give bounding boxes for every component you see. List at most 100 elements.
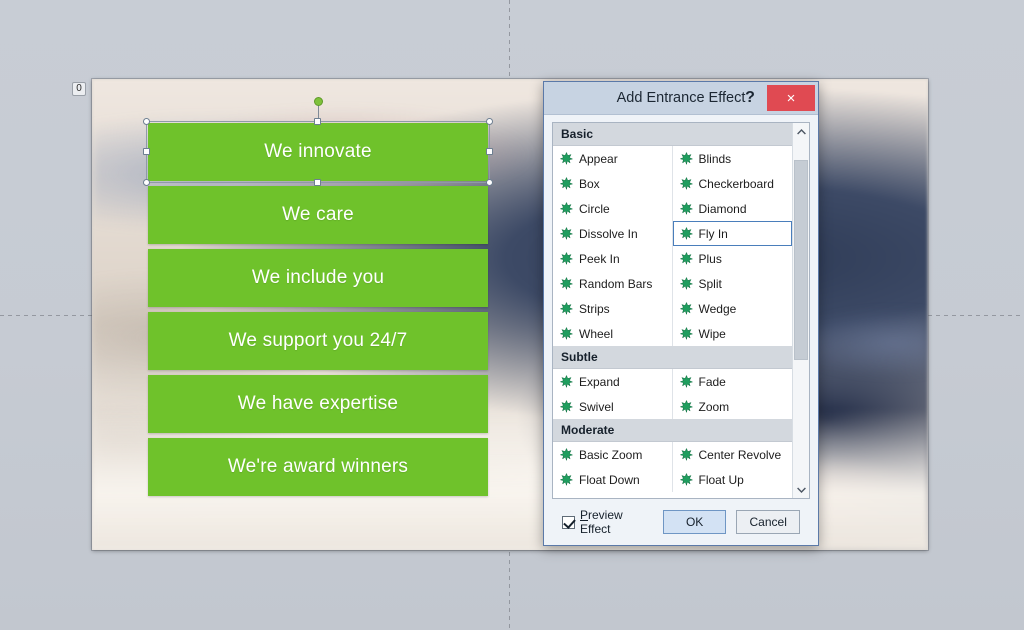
effect-label: Box (579, 176, 600, 191)
effect-item-appear[interactable]: Appear (553, 146, 672, 171)
effect-label: Circle (579, 201, 610, 216)
green-star-icon (679, 448, 693, 461)
effects-list-container: Basic Appear Box Circle Dissolve In Peek In Ra… (552, 122, 810, 499)
dialog-body: Basic Appear Box Circle Dissolve In Peek In Ra… (544, 115, 818, 545)
add-entrance-effect-dialog: Add Entrance Effect ? × Basic Appear Box Ci… (543, 81, 819, 546)
effect-item-checkerboard[interactable]: Checkerboard (673, 171, 793, 196)
effect-item-box[interactable]: Box (553, 171, 672, 196)
effect-item-wipe[interactable]: Wipe (673, 321, 793, 346)
effect-label: Diamond (698, 201, 747, 216)
effect-label: Expand (579, 374, 620, 389)
effect-item-float-down[interactable]: Float Down (553, 467, 672, 492)
effect-item-fly-in[interactable]: Fly In (672, 221, 792, 246)
green-star-icon (560, 177, 573, 190)
dialog-footer: Preview Effect OK Cancel (552, 499, 810, 545)
green-star-icon (679, 177, 693, 190)
effect-item-blinds[interactable]: Blinds (673, 146, 793, 171)
green-star-icon (679, 202, 693, 215)
effect-label: Peek In (579, 251, 620, 266)
scrollbar-track[interactable] (793, 140, 809, 481)
effect-item-circle[interactable]: Circle (553, 196, 672, 221)
preview-effect-checkbox[interactable]: Preview Effect (562, 508, 643, 536)
effect-item-expand[interactable]: Expand (553, 369, 672, 394)
effect-column-left: Expand Swivel (553, 369, 673, 419)
green-star-icon (679, 252, 693, 265)
effect-item-wedge[interactable]: Wedge (673, 296, 793, 321)
help-icon[interactable]: ? (739, 86, 761, 110)
bar-label: We include you (251, 267, 385, 288)
effect-column-right: Blinds Checkerboard Diamond Fly In Plus Split… (672, 146, 793, 346)
effects-list[interactable]: Basic Appear Box Circle Dissolve In Peek In Ra… (553, 123, 792, 498)
green-bars-group: We innovate We care We include you We su… (148, 123, 488, 501)
effect-label: Center Revolve (698, 447, 782, 462)
effect-label: Float Down (579, 472, 640, 487)
effect-column-left: Basic Zoom Float Down (553, 442, 673, 492)
scroll-up-icon[interactable] (793, 123, 809, 140)
effect-label: Zoom (698, 399, 730, 414)
effect-column-right: Fade Zoom (673, 369, 793, 419)
green-star-icon (560, 202, 573, 215)
animation-order-tag[interactable]: 0 (72, 82, 86, 96)
effect-item-plus[interactable]: Plus (673, 246, 793, 271)
effect-label: Wedge (698, 301, 737, 316)
green-star-icon (560, 302, 573, 315)
text-box-we-have-expertise[interactable]: We have expertise (148, 375, 488, 433)
effect-label: Split (698, 276, 722, 291)
bar-label: We're award winners (227, 456, 409, 477)
bar-label: We innovate (264, 141, 372, 162)
green-star-icon (679, 227, 693, 240)
text-box-were-award-winners[interactable]: We're award winners (148, 438, 488, 496)
green-star-icon (679, 327, 693, 340)
effect-label: Checkerboard (698, 176, 774, 191)
effect-item-dissolve-in[interactable]: Dissolve In (553, 221, 672, 246)
preview-effect-label: Preview Effect (580, 508, 623, 536)
green-star-icon (679, 375, 693, 388)
dialog-titlebar[interactable]: Add Entrance Effect ? × (544, 82, 818, 115)
effect-label: Random Bars (579, 276, 653, 291)
text-box-we-care[interactable]: We care (148, 186, 488, 244)
ok-button[interactable]: OK (662, 510, 727, 534)
effect-item-center-revolve[interactable]: Center Revolve (673, 442, 793, 467)
effect-item-fade[interactable]: Fade (673, 369, 793, 394)
dialog-title: Add Entrance Effect (616, 90, 746, 106)
effect-item-strips[interactable]: Strips (553, 296, 672, 321)
green-star-icon (560, 400, 573, 413)
green-star-icon (679, 400, 693, 413)
effect-grid: Expand Swivel Fade Zoom (553, 369, 792, 419)
close-icon[interactable]: × (767, 85, 815, 111)
text-box-we-innovate[interactable]: We innovate (148, 123, 488, 181)
bar-label: We support you 24/7 (228, 330, 408, 351)
green-star-icon (679, 302, 693, 315)
green-star-icon (679, 277, 693, 290)
text-box-we-include-you[interactable]: We include you (148, 249, 488, 307)
checkbox-icon[interactable] (562, 515, 575, 529)
effect-label: Wipe (698, 326, 726, 341)
effect-grid: Appear Box Circle Dissolve In Peek In Random … (553, 146, 792, 346)
effect-item-diamond[interactable]: Diamond (673, 196, 793, 221)
green-star-icon (560, 448, 573, 461)
effect-item-zoom[interactable]: Zoom (673, 394, 793, 419)
effect-item-peek-in[interactable]: Peek In (553, 246, 672, 271)
effect-item-float-up[interactable]: Float Up (673, 467, 793, 492)
effect-group-header: Subtle (553, 346, 792, 369)
effects-scrollbar[interactable] (792, 123, 809, 498)
cancel-button[interactable]: Cancel (736, 510, 800, 534)
powerpoint-workspace: We innovate We care We include you We su… (0, 0, 1024, 630)
effect-label: Appear (579, 151, 618, 166)
scroll-down-icon[interactable] (793, 481, 809, 498)
effect-item-basic-zoom[interactable]: Basic Zoom (553, 442, 672, 467)
text-box-we-support-you-24-7[interactable]: We support you 24/7 (148, 312, 488, 370)
effect-item-random-bars[interactable]: Random Bars (553, 271, 672, 296)
effect-label: Plus (698, 251, 722, 266)
effect-item-swivel[interactable]: Swivel (553, 394, 672, 419)
scrollbar-thumb[interactable] (794, 160, 808, 360)
green-star-icon (560, 277, 573, 290)
effect-item-split[interactable]: Split (673, 271, 793, 296)
effect-column-right: Center Revolve Float Up (673, 442, 793, 492)
chevron-down-icon (796, 487, 806, 493)
effect-label: Float Up (698, 472, 744, 487)
green-star-icon (560, 152, 573, 165)
effect-item-wheel[interactable]: Wheel (553, 321, 672, 346)
effect-label: Basic Zoom (579, 447, 643, 462)
green-star-icon (560, 375, 573, 388)
